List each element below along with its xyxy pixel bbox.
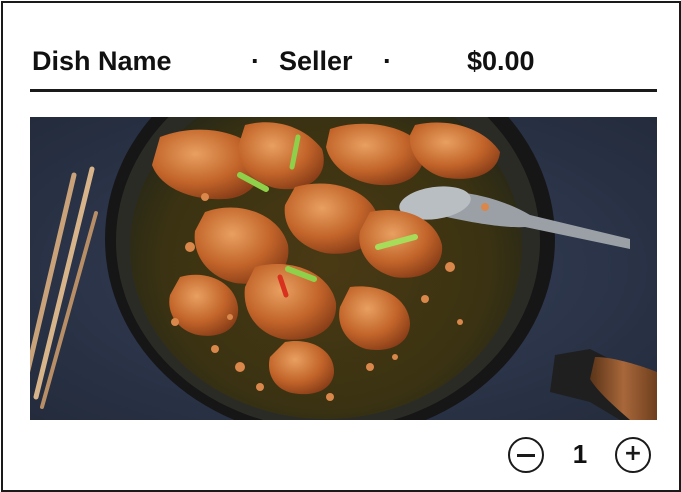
seller-name: Seller [279, 46, 353, 76]
dish-price: $0.00 [467, 46, 535, 76]
dish-name: Dish Name [32, 46, 172, 76]
minus-icon [517, 453, 535, 457]
header-separator: · [383, 46, 392, 76]
header-separator: · [251, 46, 260, 76]
plus-icon: + [623, 441, 643, 466]
decrement-quantity-button[interactable] [508, 437, 544, 473]
quantity-stepper: 1 + [508, 435, 663, 479]
dish-photo [30, 117, 657, 420]
dish-header: Dish Name · Seller · $0.00 [30, 43, 657, 92]
increment-quantity-button[interactable]: + [615, 437, 651, 473]
dish-card: Dish Name · Seller · $0.00 1 + [1, 1, 681, 492]
quantity-value: 1 [572, 439, 588, 469]
